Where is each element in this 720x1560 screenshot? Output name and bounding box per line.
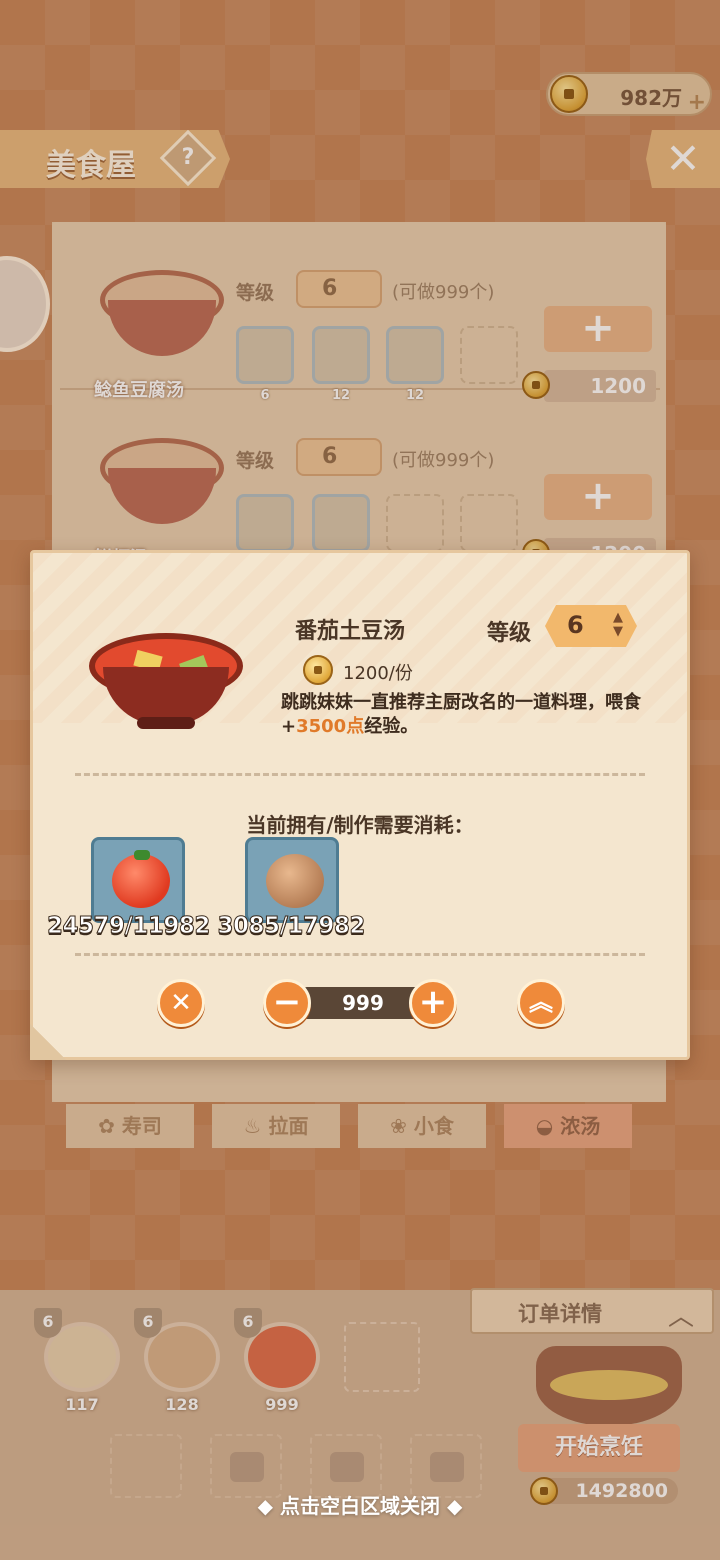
quantity-display[interactable]: 999	[303, 987, 423, 1019]
ingredient-counts: 24579/11982 3085/17982	[47, 913, 366, 940]
level-selector[interactable]: 6	[296, 438, 382, 476]
can-make-count: (可做999个)	[392, 282, 495, 303]
soup-icon: ◒	[535, 1114, 561, 1138]
recipe-detail-popup: 番茄土豆汤 等级 6 ▲ ▼ 1200/份 跳跳妹妹一直推荐主厨改名的一道料理，喂…	[30, 550, 690, 1060]
order-details-label: 订单详情	[518, 1302, 602, 1326]
locked-slot	[310, 1434, 382, 1498]
order-slot[interactable]: 6 128	[134, 1308, 220, 1414]
can-make-count: (可做999个)	[392, 450, 495, 471]
tomato-icon	[112, 850, 170, 908]
ingredient-slot-empty	[386, 494, 444, 552]
add-currency-button[interactable]: +	[688, 90, 706, 115]
ingredient-slot-empty	[460, 326, 518, 384]
ingredient-tomato[interactable]	[91, 837, 185, 923]
lock-icon	[430, 1452, 464, 1482]
order-count: 999	[265, 1395, 299, 1414]
ingredient-slot: 12	[312, 326, 370, 403]
divider	[75, 773, 645, 776]
lock-icon	[230, 1452, 264, 1482]
decrease-button[interactable]: −	[263, 979, 311, 1027]
add-recipe-button[interactable]: +	[544, 474, 652, 520]
order-count: 117	[65, 1395, 99, 1414]
ramen-icon: ♨	[243, 1114, 269, 1138]
coin-icon	[522, 371, 550, 399]
currency-amount: 982万	[620, 86, 682, 110]
level-selector[interactable]: 6 ▲ ▼	[545, 605, 637, 647]
help-icon: ?	[181, 145, 195, 170]
dish-bowl-icon	[100, 270, 224, 370]
sushi-icon: ✿	[98, 1114, 122, 1138]
tab-sushi[interactable]: ✿ 寿司	[66, 1104, 194, 1148]
coin-icon	[550, 75, 588, 113]
currency-display[interactable]: 982万 +	[546, 72, 712, 116]
dish-bowl-icon	[100, 438, 224, 538]
locked-slot	[110, 1434, 182, 1498]
add-recipe-button[interactable]: +	[544, 306, 652, 352]
snack-icon: ❀	[390, 1114, 414, 1138]
ingredient-slot: 6	[236, 326, 294, 403]
level-badge: 6	[134, 1308, 162, 1338]
locked-slot	[410, 1434, 482, 1498]
cooking-pot-icon	[536, 1346, 682, 1426]
locked-slot	[210, 1434, 282, 1498]
shop-title-tab: 美食屋 ?	[0, 130, 230, 188]
ingredients-heading: 当前拥有/制作需要消耗：	[246, 813, 474, 837]
ingredient-slot: 12	[386, 326, 444, 403]
ingredient-meat[interactable]	[245, 837, 339, 923]
page-title: 美食屋	[46, 148, 136, 183]
close-hint[interactable]: ◆ 点击空白区域关闭 ◆	[0, 1490, 720, 1519]
tomato-soup-bowl-icon	[89, 603, 243, 735]
ingredient-slot: 12	[312, 494, 370, 571]
level-selector[interactable]: 6	[296, 270, 382, 308]
divider	[75, 953, 645, 956]
dish-name: 番茄土豆汤	[295, 619, 406, 644]
recipe-row[interactable]: 鲶鱼豆腐汤 等级 6 (可做999个) 6 12 12 + 1200	[60, 230, 660, 403]
help-button[interactable]: ?	[159, 130, 217, 187]
order-slot[interactable]: 6 999	[234, 1308, 320, 1414]
max-quantity-button[interactable]: ︽	[517, 979, 565, 1027]
tab-snack[interactable]: ❀ 小食	[358, 1104, 486, 1148]
exp-highlight: 3500点	[296, 716, 365, 737]
chevron-up-icon: ︿	[667, 1302, 694, 1332]
order-details-button[interactable]: 订单详情 ︿	[470, 1288, 714, 1334]
paper-fold	[30, 1024, 66, 1060]
side-menu-toggle[interactable]	[0, 256, 50, 352]
close-button[interactable]: ✕	[646, 130, 720, 188]
level-badge: 6	[34, 1308, 62, 1338]
order-slot-empty[interactable]	[344, 1318, 420, 1394]
level-label: 等级	[236, 282, 275, 304]
tab-soup[interactable]: ◒ 浓汤	[504, 1104, 632, 1148]
increase-button[interactable]: +	[409, 979, 457, 1027]
cancel-button[interactable]: ✕	[157, 979, 205, 1027]
dish-description: 跳跳妹妹一直推荐主厨改名的一道料理，喂食+3500点经验。	[281, 692, 641, 737]
coin-icon	[303, 655, 333, 685]
order-count: 128	[165, 1395, 199, 1414]
up-down-arrows-icon: ▲ ▼	[613, 610, 623, 639]
start-cooking-button[interactable]: 开始烹饪	[518, 1424, 680, 1472]
tab-ramen[interactable]: ♨ 拉面	[212, 1104, 340, 1148]
ingredient-slot-empty	[460, 494, 518, 552]
meat-patty-icon	[266, 854, 324, 908]
level-label: 等级	[236, 450, 275, 472]
level-label: 等级	[487, 621, 532, 646]
lock-icon	[330, 1452, 364, 1482]
level-badge: 6	[234, 1308, 262, 1338]
recipe-row[interactable]: 鲜虾汤 等级 6 (可做999个) 18 12 + 1200	[60, 398, 660, 571]
order-slot[interactable]: 6 117	[34, 1308, 120, 1414]
ingredient-slot: 18	[236, 494, 294, 571]
